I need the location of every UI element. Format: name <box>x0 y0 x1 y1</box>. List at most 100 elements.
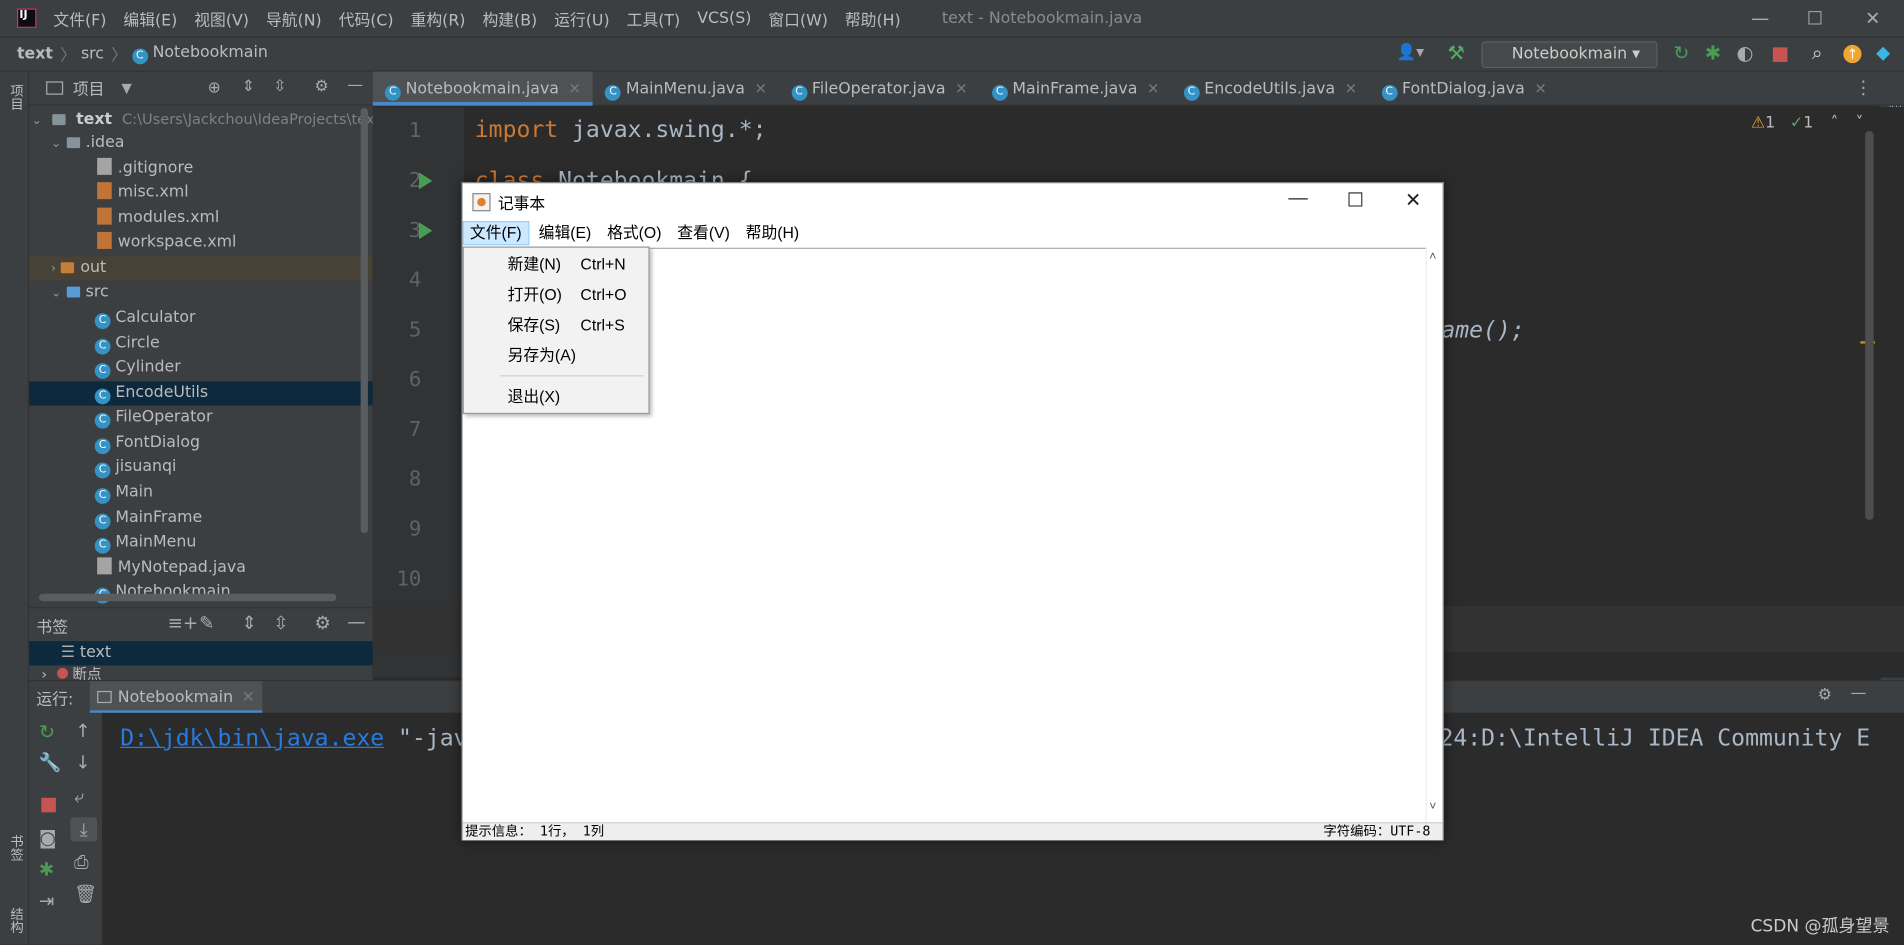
tree-item-modules-xml[interactable]: modules.xml <box>29 206 373 230</box>
breadcrumb-project[interactable]: text <box>17 45 53 63</box>
tab-fontdialog[interactable]: C FontDialog.java ✕ <box>1369 71 1559 105</box>
run-tab-notebookmain[interactable]: Notebookmain ✕ <box>89 681 263 715</box>
chevron-up-icon[interactable]: ˄ <box>1830 114 1838 132</box>
bookmarks-tool-window-tab[interactable]: 书签 <box>6 834 25 861</box>
edit-pencil-icon[interactable]: ✎ <box>199 614 214 632</box>
breadcrumb-class[interactable]: C Notebookmain <box>131 44 268 65</box>
menu-code[interactable]: 代码(C) <box>339 7 394 30</box>
menu-item-open[interactable]: 打开(O) Ctrl+O <box>464 281 649 310</box>
bookmark-list-item[interactable]: ☰ text <box>29 641 373 666</box>
add-bookmark-icon[interactable]: ≡+ <box>168 614 199 632</box>
tree-item-encodeutils[interactable]: C EncodeUtils <box>29 381 373 406</box>
maximize-icon[interactable]: ☐ <box>1347 188 1364 212</box>
coverage-icon[interactable]: ◐ <box>1736 43 1753 63</box>
menu-refactor[interactable]: 重构(R) <box>411 7 466 30</box>
toolbox-icon[interactable]: ◆ <box>1876 43 1890 62</box>
menu-item-save[interactable]: 保存(S) Ctrl+S <box>464 311 649 340</box>
run-gutter-icon[interactable] <box>418 172 433 190</box>
close-tab-icon[interactable]: ✕ <box>1534 80 1546 97</box>
close-tab-icon[interactable]: ✕ <box>569 80 581 97</box>
notepad-menu-file[interactable]: 文件(F) <box>462 221 529 246</box>
notepad-menu-view[interactable]: 查看(V) <box>671 221 736 245</box>
tree-item-cylinder[interactable]: C Cylinder <box>29 356 373 380</box>
gear-icon[interactable]: ⚙ <box>1818 687 1832 703</box>
menu-view[interactable]: 视图(V) <box>194 7 249 30</box>
tree-item-fontdialog[interactable]: C FontDialog <box>29 431 373 455</box>
collapse-all-icon[interactable]: ⇳ <box>273 79 286 95</box>
more-tabs-icon[interactable]: ⋮ <box>1854 78 1872 97</box>
tab-mainframe[interactable]: C MainFrame.java ✕ <box>980 71 1172 105</box>
close-tab-icon[interactable]: ✕ <box>955 80 967 97</box>
notepad-menu-edit[interactable]: 编辑(E) <box>533 221 598 245</box>
tree-item-fileoperator[interactable]: C FileOperator <box>29 406 373 430</box>
close-icon[interactable]: ✕ <box>1865 7 1880 29</box>
soft-wrap-icon[interactable]: ⤶ <box>74 787 84 806</box>
update-icon[interactable]: ↑ <box>1843 44 1862 64</box>
tree-item-gitignore[interactable]: .gitignore <box>29 157 373 181</box>
tree-item-mynotepad[interactable]: MyNotepad.java <box>29 556 373 580</box>
console-java-path-link[interactable]: D:\jdk\bin\java.exe <box>120 725 384 752</box>
tree-item-out[interactable]: › out <box>29 256 373 281</box>
collapse-all-icon[interactable]: ⇳ <box>273 614 288 632</box>
close-tab-icon[interactable]: ✕ <box>755 80 767 97</box>
menu-build[interactable]: 构建(B) <box>482 7 537 30</box>
project-panel-title[interactable]: 项目 <box>73 77 105 99</box>
close-tab-icon[interactable]: ✕ <box>1345 80 1357 97</box>
menu-window[interactable]: 窗口(W) <box>768 7 828 30</box>
minimize-icon[interactable]: — <box>1288 188 1307 210</box>
menu-edit[interactable]: 编辑(E) <box>123 7 177 30</box>
structure-tool-window-tab[interactable]: 结构 <box>6 907 25 934</box>
menu-help[interactable]: 帮助(H) <box>845 7 901 30</box>
camera-icon[interactable]: ◙ <box>39 829 57 847</box>
notepad-menu-help[interactable]: 帮助(H) <box>740 221 806 245</box>
run-gutter-icon[interactable] <box>418 222 433 240</box>
tree-item-calculator[interactable]: C Calculator <box>29 306 373 330</box>
horizontal-scrollbar[interactable] <box>38 593 337 602</box>
chevron-up-icon[interactable]: ˄ <box>1429 250 1436 263</box>
tree-item-mainmenu[interactable]: C MainMenu <box>29 531 373 555</box>
debug-bug-icon[interactable]: ✱ <box>39 860 54 879</box>
minimize-icon[interactable]: — <box>1751 7 1769 29</box>
locate-icon[interactable]: ⊕ <box>208 80 221 96</box>
rerun-icon[interactable]: ↻ <box>1673 43 1689 63</box>
search-icon[interactable]: ⌕ <box>1812 43 1823 63</box>
stop-icon[interactable] <box>41 797 56 813</box>
tree-item-workspace-xml[interactable]: workspace.xml <box>29 231 373 255</box>
tree-item-src[interactable]: ⌄ src <box>29 281 373 305</box>
hide-panel-icon[interactable]: — <box>347 78 363 94</box>
menu-item-save-as[interactable]: 另存为(A) <box>464 341 649 370</box>
arrow-up-icon[interactable]: ↑ <box>75 722 90 741</box>
debug-bug-icon[interactable]: ✱ <box>1705 43 1721 63</box>
tab-encodeutils[interactable]: C EncodeUtils.java ✕ <box>1171 71 1369 105</box>
tree-item-mainframe[interactable]: C MainFrame <box>29 506 373 530</box>
close-tab-icon[interactable]: ✕ <box>1147 80 1159 97</box>
run-configuration-select[interactable]: Notebookmain ▾ <box>1481 41 1658 69</box>
tree-item-misc-xml[interactable]: misc.xml <box>29 181 373 205</box>
exit-icon[interactable]: ⇥ <box>39 892 54 911</box>
project-tool-window-tab[interactable]: 项目 <box>6 84 25 111</box>
notepad-menu-format[interactable]: 格式(O) <box>601 221 668 245</box>
menu-vcs[interactable]: VCS(S) <box>697 9 751 27</box>
chevron-down-icon[interactable]: ˅ <box>1429 800 1436 813</box>
menu-run[interactable]: 运行(U) <box>554 7 609 30</box>
vertical-scrollbar[interactable] <box>360 108 368 534</box>
arrow-down-icon[interactable]: ↓ <box>75 753 90 772</box>
menu-file[interactable]: 文件(F) <box>53 7 106 30</box>
tab-fileoperator[interactable]: C FileOperator.java ✕ <box>779 71 980 105</box>
build-hammer-icon[interactable]: ⚒ <box>1447 43 1464 63</box>
chevron-down-icon[interactable]: ▼ <box>121 80 131 96</box>
menu-item-exit[interactable]: 退出(X) <box>464 383 649 412</box>
editor-scrollbar[interactable] <box>1865 131 1874 520</box>
trash-icon[interactable]: 🗑 <box>74 885 97 903</box>
inspection-widget[interactable]: ⚠1 ✓1 ˄ ˅ <box>1751 114 1863 132</box>
scroll-to-end-icon[interactable]: ⤓ <box>70 817 98 842</box>
tree-item-jisuanqi[interactable]: Cjisuanqi <box>29 455 373 479</box>
notepad-titlebar[interactable]: 记事本 — ☐ ✕ <box>462 183 1443 220</box>
gear-icon[interactable]: ⚙ <box>315 79 329 95</box>
close-tab-icon[interactable]: ✕ <box>242 689 255 707</box>
print-icon[interactable]: ⎙ <box>74 853 89 872</box>
chevron-down-icon[interactable]: ˅ <box>1856 114 1864 132</box>
tree-root[interactable]: ⌄ text C:\Users\Jackchou\IdeaProjects\te… <box>29 107 381 131</box>
tree-item-idea[interactable]: ⌄ .idea <box>29 131 373 155</box>
maximize-icon[interactable]: ☐ <box>1807 7 1823 29</box>
